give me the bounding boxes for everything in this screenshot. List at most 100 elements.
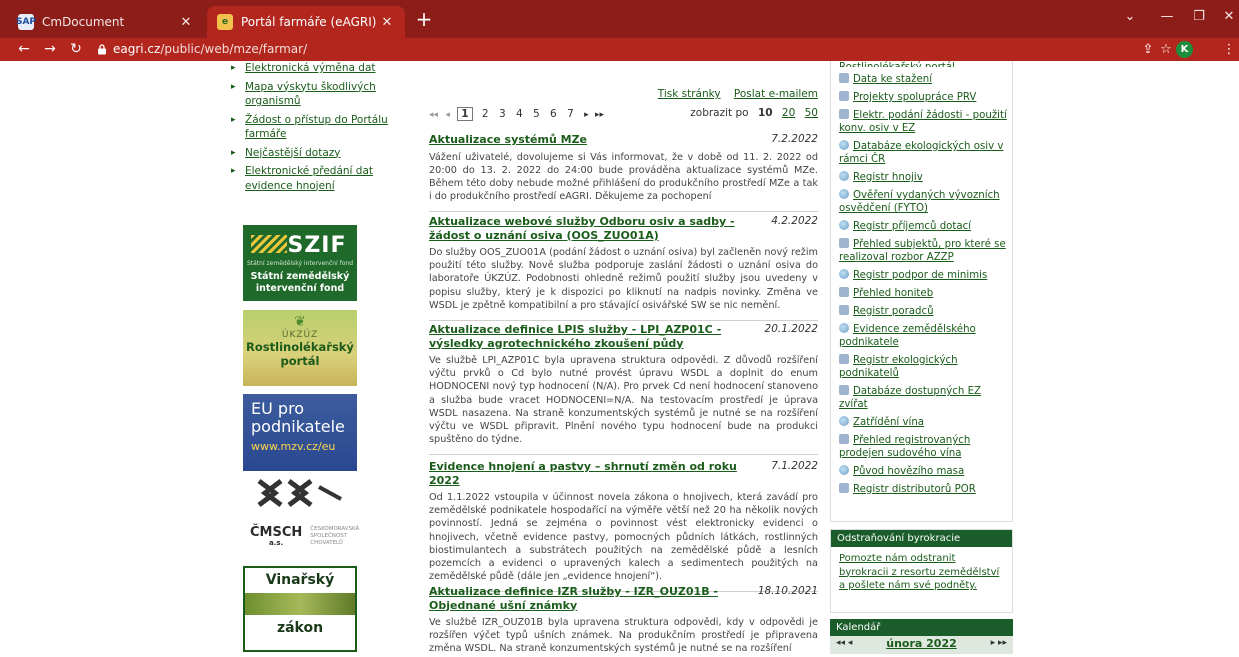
left-nav-link[interactable]: Nejčastější dotazy (245, 147, 341, 159)
cmsch-logo[interactable]: ČMSCH a.s. ČESKOMORAVSKÁ SPOLEČNOST CHOV… (250, 519, 359, 553)
right-link[interactable]: Registr podpor de minimis (853, 270, 987, 281)
left-nav-link[interactable]: Elektronická výměna dat (245, 62, 376, 74)
left-nav-link[interactable]: Žádost o přístup do Portálu farmáře (245, 114, 388, 141)
right-link-item[interactable]: Projekty spolupráce PRV (839, 91, 1012, 104)
email-page-link[interactable]: Poslat e-mailem (734, 88, 818, 100)
right-link-item[interactable]: Registr poradců (839, 305, 1012, 318)
right-link[interactable]: Původ hovězího masa (853, 466, 964, 477)
right-link-item[interactable]: Registr ekologických podnikatelů (839, 354, 1012, 380)
bookmark-star-icon[interactable]: ☆ (1157, 41, 1175, 59)
eu-banner[interactable]: EU pro podnikatele www.mzv.cz/eu (243, 394, 357, 471)
new-tab-plus-icon[interactable]: + (413, 9, 435, 31)
right-link[interactable]: Registr distributorů POR (853, 484, 976, 495)
right-link-item[interactable]: Data ke stažení (839, 73, 1012, 86)
calendar-prev-icon[interactable]: ◂◂ ◂ (836, 638, 852, 648)
right-link[interactable]: Registr hnojiv (853, 172, 923, 183)
page-number-current[interactable]: 1 (457, 107, 473, 121)
right-link-item[interactable]: Registr distributorů POR (839, 483, 1012, 496)
right-link-item[interactable]: Elektr. podání žádosti - použití konv. o… (839, 109, 1012, 135)
right-link-item[interactable]: Databáze ekologických osiv v rámci ČR (839, 140, 1012, 166)
right-link[interactable]: Přehled registrovaných prodejen sudového… (839, 435, 970, 459)
calendar-month-link[interactable]: února 2022 (830, 637, 1013, 650)
right-link-item[interactable]: Ověření vydaných vývozních osvědčení (FY… (839, 189, 1012, 215)
page-number[interactable]: 6 (550, 108, 557, 120)
left-nav-link[interactable]: Elektronické předání dat evidence hnojen… (245, 165, 373, 192)
reload-icon[interactable]: ↻ (66, 40, 86, 60)
page-number[interactable]: 4 (516, 108, 523, 120)
right-link[interactable]: Zatřídění vína (853, 417, 924, 428)
right-link[interactable]: Evidence zemědělského podnikatele (839, 324, 976, 348)
close-icon[interactable]: ✕ (178, 15, 194, 30)
szif-banner[interactable]: SZIF Státní zemědělský intervenční fond … (243, 225, 357, 301)
article-date: 18.10.2021 (757, 585, 818, 597)
article-title-link[interactable]: Aktualizace webové služby Odboru osiv a … (429, 215, 749, 242)
left-nav-item[interactable]: Elektronická výměna dat (228, 61, 398, 76)
right-link[interactable]: Registr ekologických podnikatelů (839, 355, 958, 379)
left-nav-link[interactable]: Mapa výskytu škodlivých organismů (245, 81, 376, 108)
minimize-icon[interactable]: — (1156, 9, 1178, 29)
tab-eagri[interactable]: e Portál farmáře (eAGRI) ✕ (207, 6, 405, 38)
close-icon[interactable]: ✕ (379, 15, 395, 30)
prev-page-icon[interactable]: ◂ (445, 110, 450, 120)
right-link[interactable]: Elektr. podání žádosti - použití konv. o… (839, 110, 1007, 134)
page-number[interactable]: 5 (533, 108, 540, 120)
lock-icon[interactable] (97, 44, 107, 55)
tab-search-chevron-icon[interactable]: ⌄ (1119, 9, 1141, 29)
first-page-icon[interactable]: ◂◂ (429, 110, 438, 120)
page-number[interactable]: 7 (567, 108, 574, 120)
left-nav-item[interactable]: Elektronické předání dat evidence hnojen… (228, 164, 398, 193)
per-page-option[interactable]: 50 (805, 107, 818, 119)
profile-avatar[interactable]: K (1176, 41, 1193, 58)
article-title-link[interactable]: Aktualizace definice IZR služby - IZR_OU… (429, 585, 749, 612)
right-link-item[interactable]: Zatřídění vína (839, 416, 1012, 429)
left-nav-item[interactable]: Žádost o přístup do Portálu farmáře (228, 113, 398, 142)
right-link[interactable]: Data ke stažení (853, 74, 932, 85)
article-title-link[interactable]: Evidence hnojení a pastvy – shrnutí změn… (429, 460, 749, 487)
right-link-item[interactable]: Přehled honiteb (839, 287, 1012, 300)
calendar-next-icon[interactable]: ▸ ▸▸ (991, 638, 1007, 648)
right-link[interactable]: Přehled honiteb (853, 288, 933, 299)
next-page-icon[interactable]: ▸ (584, 110, 589, 120)
last-page-icon[interactable]: ▸▸ (595, 110, 604, 120)
right-link-item[interactable]: Původ hovězího masa (839, 465, 1012, 478)
tab-cmdocument[interactable]: SAP CmDocument ✕ (8, 6, 204, 38)
maximize-icon[interactable]: ❐ (1188, 9, 1210, 29)
document-icon (839, 434, 849, 444)
forward-arrow-icon[interactable]: → (40, 40, 60, 60)
right-link[interactable]: Databáze dostupných EZ zvířat (839, 386, 981, 410)
article-divider (429, 320, 818, 322)
vinarsky-zakon-banner[interactable]: Vinařský zákon (243, 566, 357, 652)
page-number[interactable]: 2 (482, 108, 489, 120)
right-link-truncated[interactable]: Rostlinolékařský portál (839, 62, 955, 67)
byrokracie-link[interactable]: Pomozte nám odstranit byrokracii z resor… (839, 553, 999, 591)
left-nav-item[interactable]: Nejčastější dotazy (228, 146, 398, 161)
close-window-icon[interactable]: ✕ (1218, 9, 1239, 29)
right-link[interactable]: Ověření vydaných vývozních osvědčení (FY… (839, 190, 1000, 214)
right-link[interactable]: Databáze ekologických osiv v rámci ČR (839, 141, 1003, 165)
left-nav-item[interactable]: Mapa výskytu škodlivých organismů (228, 80, 398, 109)
address-bar[interactable]: eagri.cz/public/web/mze/farmar/ (113, 42, 307, 56)
page-number[interactable]: 3 (499, 108, 506, 120)
article-title-link[interactable]: Aktualizace systémů MZe (429, 133, 587, 147)
right-link-item[interactable]: Přehled subjektů, pro které se realizova… (839, 238, 1012, 264)
right-link-item[interactable]: Přehled registrovaných prodejen sudového… (839, 434, 1012, 460)
right-link-item[interactable]: Registr podpor de minimis (839, 269, 1012, 282)
ukzuz-banner[interactable]: ❦ ÚKZÚZ Rostlinolékařský portál (243, 310, 357, 386)
article-body: Vážení uživatelé, dovolujeme si Vás info… (429, 151, 818, 203)
right-link[interactable]: Projekty spolupráce PRV (853, 92, 976, 103)
per-page-option[interactable]: 20 (782, 107, 795, 119)
back-arrow-icon[interactable]: ← (14, 40, 34, 60)
right-link-item[interactable]: Databáze dostupných EZ zvířat (839, 385, 1012, 411)
right-link[interactable]: Přehled subjektů, pro které se realizova… (839, 239, 1006, 263)
article-title-link[interactable]: Aktualizace definice LPIS služby - LPI_A… (429, 323, 749, 350)
print-page-link[interactable]: Tisk stránky (658, 88, 721, 100)
cmsch-abbr: ČMSCH (250, 524, 303, 540)
xx-logo-icon[interactable] (255, 479, 345, 507)
right-link-item[interactable]: Registr příjemců dotací (839, 220, 1012, 233)
right-link[interactable]: Registr příjemců dotací (853, 221, 971, 232)
share-icon[interactable]: ⇪ (1139, 41, 1157, 59)
menu-kebab-icon[interactable]: ⋮ (1220, 41, 1238, 59)
right-link[interactable]: Registr poradců (853, 306, 934, 317)
right-link-item[interactable]: Evidence zemědělského podnikatele (839, 323, 1012, 349)
right-link-item[interactable]: Registr hnojiv (839, 171, 1012, 184)
